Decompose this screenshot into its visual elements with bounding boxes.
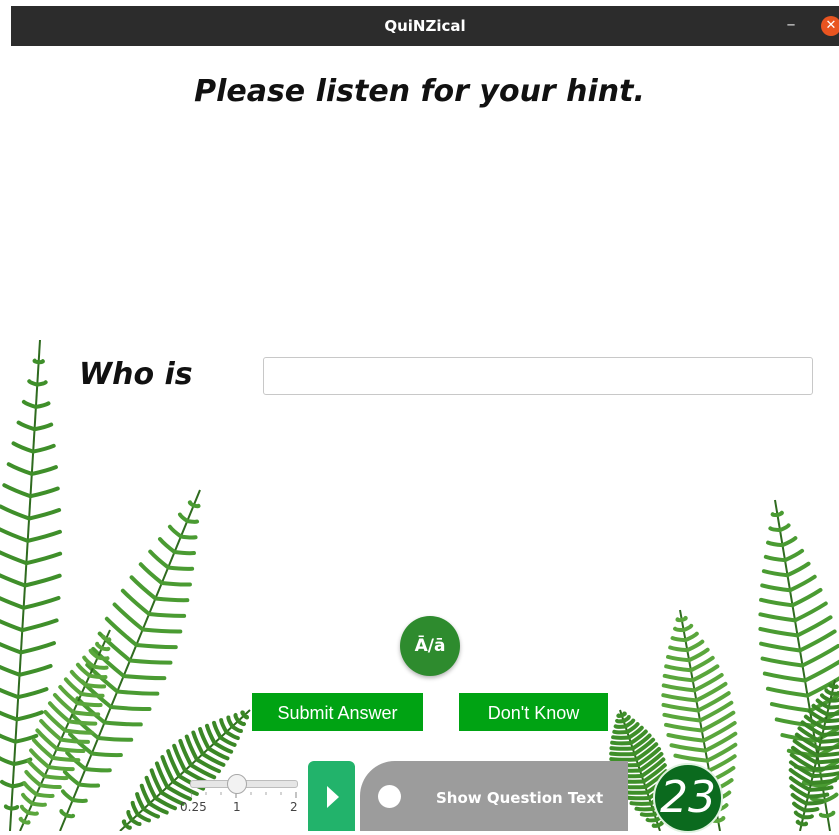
toggle-knob[interactable]	[378, 785, 401, 808]
submit-answer-button[interactable]: Submit Answer	[252, 693, 423, 731]
question-prompt: Who is	[79, 357, 193, 392]
answer-input[interactable]	[263, 357, 813, 395]
speed-max-label: 2	[290, 800, 298, 814]
speed-slider-thumb[interactable]	[227, 774, 247, 794]
right-fern-decoration	[609, 499, 839, 831]
show-question-text-toggle[interactable]: Show Question Text	[360, 761, 628, 831]
hint-heading: Please listen for your hint.	[194, 74, 645, 109]
macron-toggle-button[interactable]: Ā/ā	[400, 616, 460, 676]
window-title: QuiNZical	[384, 17, 466, 35]
minimize-icon[interactable]: –	[783, 6, 799, 46]
dont-know-button[interactable]: Don't Know	[459, 693, 608, 731]
play-icon	[327, 786, 339, 808]
show-question-text-label: Show Question Text	[436, 789, 604, 807]
replay-button[interactable]	[308, 761, 355, 831]
speed-min-label: 0.25	[180, 800, 207, 814]
countdown-timer: 23	[653, 763, 723, 833]
speed-mid-label: 1	[233, 800, 241, 814]
window-titlebar: QuiNZical – ✕	[11, 6, 839, 46]
left-fern-decoration	[0, 339, 251, 831]
speed-slider-ticks	[191, 792, 297, 798]
close-icon[interactable]: ✕	[821, 16, 839, 36]
speed-slider[interactable]: 0.25 1 2	[180, 770, 305, 820]
